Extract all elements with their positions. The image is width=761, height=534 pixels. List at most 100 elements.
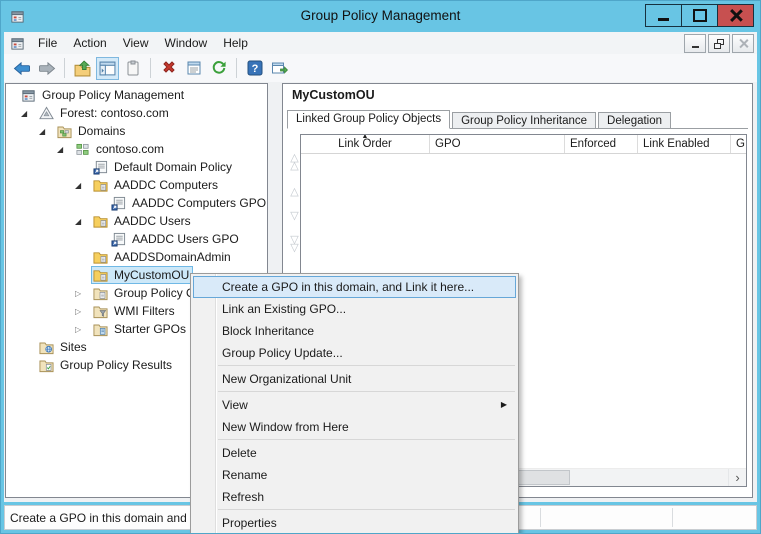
tree-item-content: Domains (55, 122, 129, 140)
tree-expander-expanded-icon[interactable]: ◢ (19, 109, 37, 118)
tree-item-group-policy-management[interactable]: Group Policy Management (6, 86, 267, 104)
tree-item-default-domain-policy[interactable]: Default Domain Policy (6, 158, 267, 176)
context-menu-item-rename[interactable]: Rename (193, 464, 516, 486)
mdi-minimize-button[interactable] (684, 34, 706, 53)
context-menu-item-new-window-from-here[interactable]: New Window from Here (193, 416, 516, 438)
export-list-icon (271, 60, 288, 76)
context-menu-item-group-policy-update[interactable]: Group Policy Update... (193, 342, 516, 364)
minimize-button[interactable] (645, 4, 682, 27)
submenu-arrow-icon: ▶ (501, 395, 507, 415)
delete-button[interactable] (157, 57, 180, 80)
tree-item-aaddc-computers[interactable]: ◢AADDC Computers (6, 176, 267, 194)
tree-expander-collapsed-icon[interactable]: ▷ (73, 289, 91, 298)
context-menu-separator (218, 365, 515, 366)
tree-item-aaddsdomainadmin[interactable]: AADDSDomainAdmin (6, 248, 267, 266)
context-menu-item-link-an-existing-gpo[interactable]: Link an Existing GPO... (193, 298, 516, 320)
scroll-right-button[interactable]: › (728, 469, 746, 486)
context-menu-item-new-organizational-unit[interactable]: New Organizational Unit (193, 368, 516, 390)
back-icon (13, 61, 31, 76)
tree-item-label: Domains (76, 124, 127, 138)
context-menu-item-properties[interactable]: Properties (193, 512, 516, 534)
context-menu-item-block-inheritance[interactable]: Block Inheritance (193, 320, 516, 342)
column-header-label: G (736, 138, 745, 150)
tree-indent (6, 275, 73, 276)
tab-group-policy-inheritance[interactable]: Group Policy Inheritance (452, 112, 596, 128)
title-bar: Group Policy Management (1, 1, 760, 32)
context-menu-item-create-a-gpo-in-this-domain-and-link-it-here[interactable]: Create a GPO in this domain, and Link it… (193, 276, 516, 298)
clipboard-button[interactable] (121, 57, 144, 80)
context-menu-item-label: Rename (222, 468, 267, 482)
tree-expander-expanded-icon[interactable]: ◢ (37, 127, 55, 136)
column-header-enforced[interactable]: Enforced (565, 135, 638, 153)
tree-expander-expanded-icon[interactable]: ◢ (55, 145, 73, 154)
menu-items: FileActionViewWindowHelp (30, 36, 256, 50)
forward-button[interactable] (35, 57, 58, 80)
tree-expander-collapsed-icon[interactable]: ▷ (73, 307, 91, 316)
page-title: MyCustomOU (292, 88, 375, 102)
tree-item-content: WMI Filters (91, 302, 179, 320)
tree-indent (6, 257, 73, 258)
tree-item-aaddc-computers-gpo[interactable]: AADDC Computers GPO (6, 194, 267, 212)
tree-expander-expanded-icon[interactable]: ◢ (73, 217, 91, 226)
menu-window[interactable]: Window (157, 33, 216, 53)
column-header-gpo[interactable]: GPO (430, 135, 565, 153)
menu-help[interactable]: Help (215, 33, 256, 53)
console-icon (10, 36, 24, 50)
tree-indent (6, 149, 55, 150)
menu-file[interactable]: File (30, 33, 65, 53)
window-controls (646, 4, 754, 27)
close-button[interactable] (717, 4, 754, 27)
close-icon (729, 9, 742, 22)
console-tree-button[interactable] (96, 57, 119, 80)
up-level-button[interactable] (71, 57, 94, 80)
tree-item-domains[interactable]: ◢ Domains (6, 122, 267, 140)
context-menu-item-label: Link an Existing GPO... (222, 302, 346, 316)
tree-expander-collapsed-icon[interactable]: ▷ (73, 325, 91, 334)
gpo-icon (111, 232, 126, 247)
maximize-button[interactable] (681, 4, 718, 27)
column-header-g[interactable]: G (731, 135, 746, 153)
column-header-link-order[interactable]: ▲Link Order (301, 135, 430, 153)
column-header-link-enabled[interactable]: Link Enabled (638, 135, 731, 153)
tree-item-aaddc-users[interactable]: ◢AADDC Users (6, 212, 267, 230)
tree-item-content: Default Domain Policy (91, 158, 236, 176)
menu-bar: FileActionViewWindowHelp (4, 32, 757, 55)
context-menu-separator (218, 391, 515, 392)
menu-view[interactable]: View (115, 33, 157, 53)
mdi-close-button[interactable] (732, 34, 754, 53)
tree-item-aaddc-users-gpo[interactable]: AADDC Users GPO (6, 230, 267, 248)
toolbar-separator (150, 58, 151, 78)
sort-ascending-icon: ▲ (362, 135, 369, 140)
tree-indent (6, 329, 73, 330)
export-list-button[interactable] (268, 57, 291, 80)
tree-item-label: MyCustomOU (112, 268, 191, 282)
context-menu-item-refresh[interactable]: Refresh (193, 486, 516, 508)
back-button[interactable] (10, 57, 33, 80)
refresh-button[interactable] (207, 57, 230, 80)
mdi-restore-button[interactable] (708, 34, 730, 53)
context-menu-item-label: Refresh (222, 490, 264, 504)
folder-sites-icon (39, 340, 54, 355)
help-button[interactable]: ? (243, 57, 266, 80)
tree-item-forest-contoso-com[interactable]: ◢ Forest: contoso.com (6, 104, 267, 122)
group-policy-management-window: Group Policy Management FileActionViewWi… (0, 0, 761, 534)
status-divider (672, 508, 673, 527)
tab-delegation[interactable]: Delegation (598, 112, 671, 128)
column-header-label: Link Enabled (643, 138, 710, 150)
tree-expander-expanded-icon[interactable]: ◢ (73, 181, 91, 190)
svg-text:?: ? (251, 63, 258, 75)
tree-indent (6, 293, 73, 294)
context-menu-item-delete[interactable]: Delete (193, 442, 516, 464)
context-menu-item-view[interactable]: View▶ (193, 394, 516, 416)
minimize-icon (658, 18, 669, 21)
properties-button[interactable] (182, 57, 205, 80)
context-menu-item-label: Group Policy Update... (222, 346, 343, 360)
tab-linked-group-policy-objects[interactable]: Linked Group Policy Objects (287, 110, 450, 129)
context-menu-item-label: Properties (222, 516, 277, 530)
tree-item-contoso-com[interactable]: ◢contoso.com (6, 140, 267, 158)
tree-indent (6, 221, 73, 222)
context-menu-separator (218, 439, 515, 440)
tree-item-label: Forest: contoso.com (58, 106, 171, 120)
menu-action[interactable]: Action (65, 33, 114, 53)
tree-indent (6, 311, 73, 312)
